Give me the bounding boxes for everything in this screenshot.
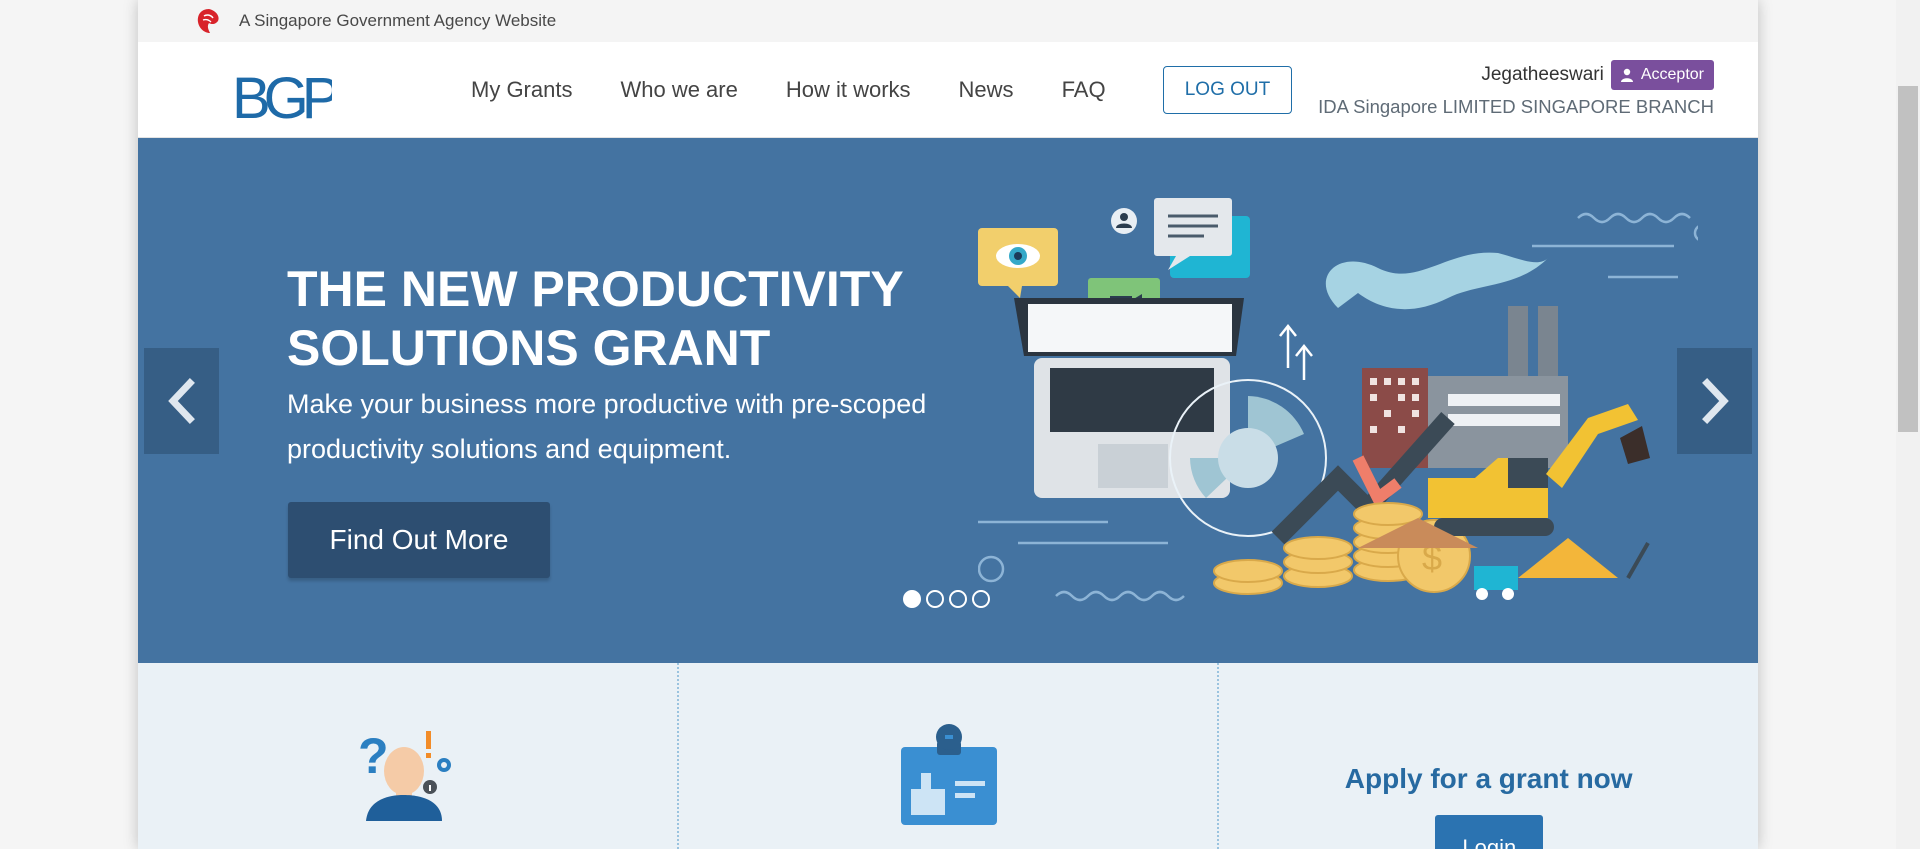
feature-card-apply: Apply for a grant now Login xyxy=(1217,663,1758,849)
role-label: Acceptor xyxy=(1640,66,1704,83)
feature-card-questions: ? xyxy=(138,663,677,849)
feature-card-company xyxy=(676,663,1218,849)
user-name: Jegatheeswari xyxy=(1481,64,1604,85)
productivity-illustration: $ xyxy=(978,198,1698,602)
logo-text: BGP xyxy=(232,70,332,124)
main-nav: My Grants Who we are How it works News F… xyxy=(471,42,1154,138)
nav-faq[interactable]: FAQ xyxy=(1062,77,1106,103)
apply-title: Apply for a grant now xyxy=(1344,763,1633,794)
question-person-icon: ? xyxy=(358,728,451,821)
carousel-dot[interactable] xyxy=(903,590,921,608)
feature-section: ? Apply for a grant now Login xyxy=(138,663,1758,849)
hero-carousel: THE NEW PRODUCTIVITY SOLUTIONS GRANT Mak… xyxy=(138,138,1758,663)
nav-how-it-works[interactable]: How it works xyxy=(786,77,911,103)
gov-masthead: A Singapore Government Agency Website xyxy=(138,0,1758,42)
hero-title: THE NEW PRODUCTIVITY SOLUTIONS GRANT xyxy=(287,261,903,376)
find-out-more-button[interactable]: Find Out More xyxy=(288,502,550,578)
carousel-dot[interactable] xyxy=(949,590,967,608)
login-button[interactable]: Login xyxy=(1435,815,1544,849)
user-info: Jegatheeswari Acceptor IDA Singapore LIM… xyxy=(1318,60,1714,118)
bgp-logo[interactable]: BGP xyxy=(232,70,332,124)
nav-my-grants[interactable]: My Grants xyxy=(471,77,572,103)
chevron-right-icon xyxy=(1701,378,1729,424)
carousel-next-button[interactable] xyxy=(1677,348,1752,454)
organisation-name: IDA Singapore LIMITED SINGAPORE BRANCH xyxy=(1318,96,1714,117)
chevron-left-icon xyxy=(167,378,195,424)
carousel-dot[interactable] xyxy=(926,590,944,608)
svg-text:?: ? xyxy=(358,728,389,784)
scrollbar-thumb[interactable] xyxy=(1898,86,1918,432)
masthead-text: A Singapore Government Agency Website xyxy=(239,11,557,30)
nav-who-we-are[interactable]: Who we are xyxy=(620,77,737,103)
navbar: BGP My Grants Who we are How it works Ne… xyxy=(138,42,1758,138)
lion-head-icon xyxy=(197,9,219,33)
scrollbar[interactable] xyxy=(1896,0,1920,849)
hero-subtitle: Make your business more productive with … xyxy=(287,389,927,464)
user-icon xyxy=(1620,68,1633,82)
carousel-prev-button[interactable] xyxy=(144,348,219,454)
logout-button[interactable]: LOG OUT xyxy=(1163,66,1292,114)
page: A Singapore Government Agency Website BG… xyxy=(138,0,1758,849)
id-badge-icon xyxy=(900,724,997,825)
nav-news[interactable]: News xyxy=(959,77,1014,103)
role-badge: Acceptor xyxy=(1610,60,1714,90)
